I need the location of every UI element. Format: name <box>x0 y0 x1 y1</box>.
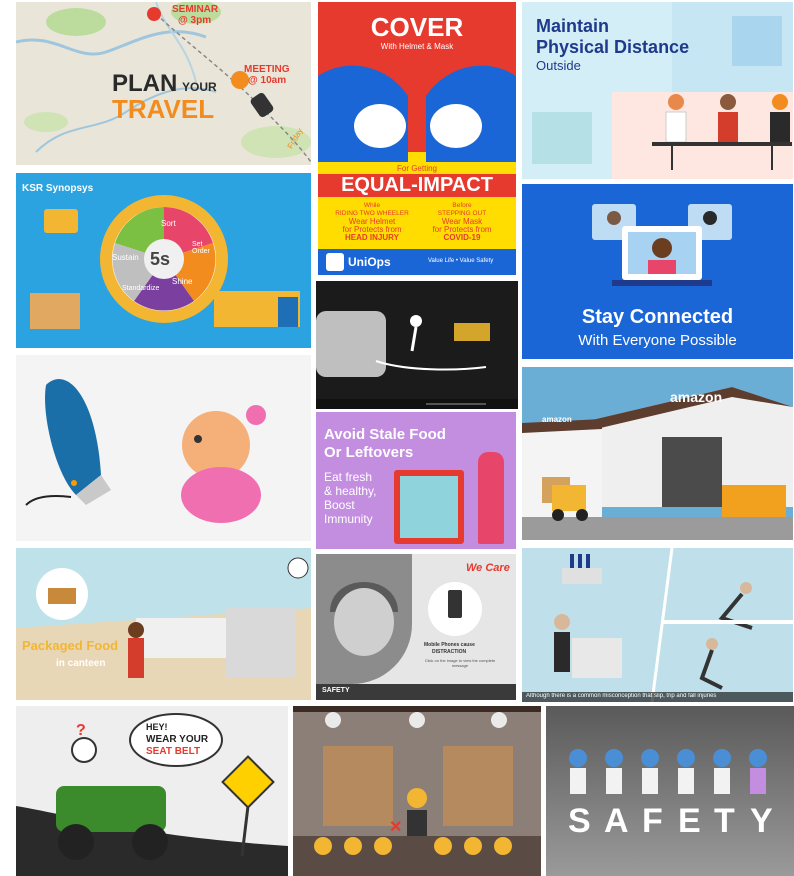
distance-line1: Maintain <box>536 16 610 36</box>
people-seated-illustration <box>652 94 792 170</box>
uniops-logo-icon <box>326 253 344 271</box>
meeting-label: MEETING <box>244 64 290 75</box>
person-illustration <box>478 452 504 544</box>
tile-we-care[interactable]: We Care Mobile Phones cause DISTRACTION … <box>316 554 516 700</box>
tile-amazon-warehouse[interactable]: amazon amazon <box>522 367 793 540</box>
we-care-caption: Click on the image to view the complete … <box>424 658 496 668</box>
bg-block <box>532 112 592 164</box>
tile-slip-trip[interactable]: Although there is a common misconception… <box>522 548 793 702</box>
stale-line1: Avoid Stale Food <box>324 426 446 443</box>
stale-body: Eat fresh & healthy, Boost Immunity <box>324 470 376 526</box>
we-care-line2: DISTRACTION <box>432 649 467 655</box>
canteen-line2: in canteen <box>56 658 106 669</box>
right-col-line: Before <box>452 202 472 209</box>
stale-body-line: & healthy, <box>324 484 377 498</box>
segment-sort: Sort <box>161 219 176 228</box>
office-slip-illustration <box>554 548 793 702</box>
safety-letter: E <box>678 802 701 840</box>
cover-left-col: While RIDING TWO WHEELER Wear Helmet for… <box>330 202 414 242</box>
left-col-line: HEAD INJURY <box>345 233 399 242</box>
distance-line3: Outside <box>536 58 581 73</box>
equal-impact: EQUAL-IMPACT <box>318 174 516 197</box>
tile-video-dark[interactable] <box>316 281 518 409</box>
stale-body-line: Eat fresh <box>324 470 373 484</box>
tile-ksr-synopsys[interactable]: KSR Synopsys 5s Sort Set Order Shine Sta… <box>16 173 311 348</box>
canteen-illustration <box>16 557 311 700</box>
connected-line1: Stay Connected <box>581 306 734 328</box>
segment-standardize: Standardize <box>122 285 160 292</box>
tile-physical-distance[interactable]: Maintain Physical Distance Outside <box>522 2 793 179</box>
cover-title: COVER <box>370 12 464 42</box>
seatbelt-line1: HEY! <box>146 722 168 732</box>
seatbelt-line3: SEAT BELT <box>146 746 201 757</box>
segment-sustain: Sustain <box>112 253 139 262</box>
tile-cover-equal-impact[interactable]: COVER With Helmet & Mask For Getting EQU… <box>318 2 516 275</box>
ksr-title: KSR Synopsys <box>22 183 94 194</box>
tile-seat-belt[interactable]: ? HEY! WEAR YOUR SEAT BELT <box>16 706 288 876</box>
tile-stay-connected[interactable]: Stay Connected With Everyone Possible <box>522 184 793 359</box>
stale-body-line: Immunity <box>324 512 373 526</box>
safety-letter: A <box>604 802 629 840</box>
tanker-illustration <box>316 311 518 409</box>
for-getting: For Getting <box>396 164 437 173</box>
tile-iron-doll[interactable] <box>16 355 311 541</box>
cover-subtitle: With Helmet & Mask <box>380 42 454 51</box>
video-call-illustration <box>592 204 732 286</box>
boxes-illustration <box>30 293 80 329</box>
we-care-line1: Mobile Phones cause <box>424 642 475 648</box>
left-col-line: While <box>363 202 381 209</box>
seminar-time: @ 3pm <box>178 15 212 26</box>
tile-stale-food[interactable]: Avoid Stale Food Or Leftovers Eat fresh … <box>316 412 516 549</box>
stale-body-line: Boost <box>324 498 355 512</box>
question-mark: ? <box>76 722 86 739</box>
cover-right-col: Before STEPPING OUT Wear Mask for Protec… <box>420 202 504 242</box>
tile-plan-travel[interactable]: SEMINAR @ 3pm MEETING @ 10am PLAN YOUR T… <box>16 2 311 165</box>
safety-letter: F <box>642 802 663 840</box>
tile-packaged-food[interactable]: Packaged Food in canteen <box>16 548 311 700</box>
connected-line2: With Everyone Possible <box>578 332 737 349</box>
helmet-mask-illustration <box>318 65 516 162</box>
iron-doll-illustration <box>25 379 266 523</box>
canteen-line1: Packaged Food <box>22 638 119 653</box>
stale-line2: Or Leftovers <box>324 444 414 461</box>
uniops-brand: UniOps <box>348 255 391 269</box>
safety-letter: S <box>568 802 591 840</box>
we-care-footer: SAFETY <box>322 687 350 694</box>
we-care-badge: We Care <box>466 562 510 574</box>
warehouse-illustration: ✕ <box>293 706 541 876</box>
safety-letter: Y <box>750 802 773 840</box>
amazon-logo: amazon <box>670 389 723 405</box>
tile-warehouse[interactable]: ✕ <box>293 706 541 876</box>
segment-set-order: Set Order <box>192 241 210 255</box>
slip-caption: Although there is a common misconception… <box>526 693 717 699</box>
forklift-illustration <box>44 209 78 233</box>
bg-block <box>732 16 782 66</box>
safety-letter: T <box>714 802 735 840</box>
right-col-line: COVID-19 <box>443 233 481 242</box>
amazon-small-logo: amazon <box>542 415 572 424</box>
fridge-shelves <box>400 476 458 538</box>
travel-word: TRAVEL <box>112 94 215 124</box>
seatbelt-line2: WEAR YOUR <box>146 734 209 745</box>
phone-icon <box>448 590 462 618</box>
cover-slogan: Value Life • Value Safety <box>428 258 494 264</box>
distance-line2: Physical Distance <box>536 37 690 57</box>
5s-center: 5s <box>150 249 171 269</box>
segment-shine: Shine <box>172 277 193 286</box>
truck-cab <box>278 297 298 327</box>
helmet-kid-face <box>330 582 398 656</box>
seminar-label: SEMINAR <box>172 4 219 15</box>
safety-people-illustration <box>569 749 767 794</box>
amazon-building-illustration <box>522 387 793 540</box>
your-word: YOUR <box>182 80 217 94</box>
tile-safety[interactable]: S A F E T Y <box>546 706 794 876</box>
meeting-time: @ 10am <box>248 75 287 86</box>
svg-text:✕: ✕ <box>389 819 402 836</box>
